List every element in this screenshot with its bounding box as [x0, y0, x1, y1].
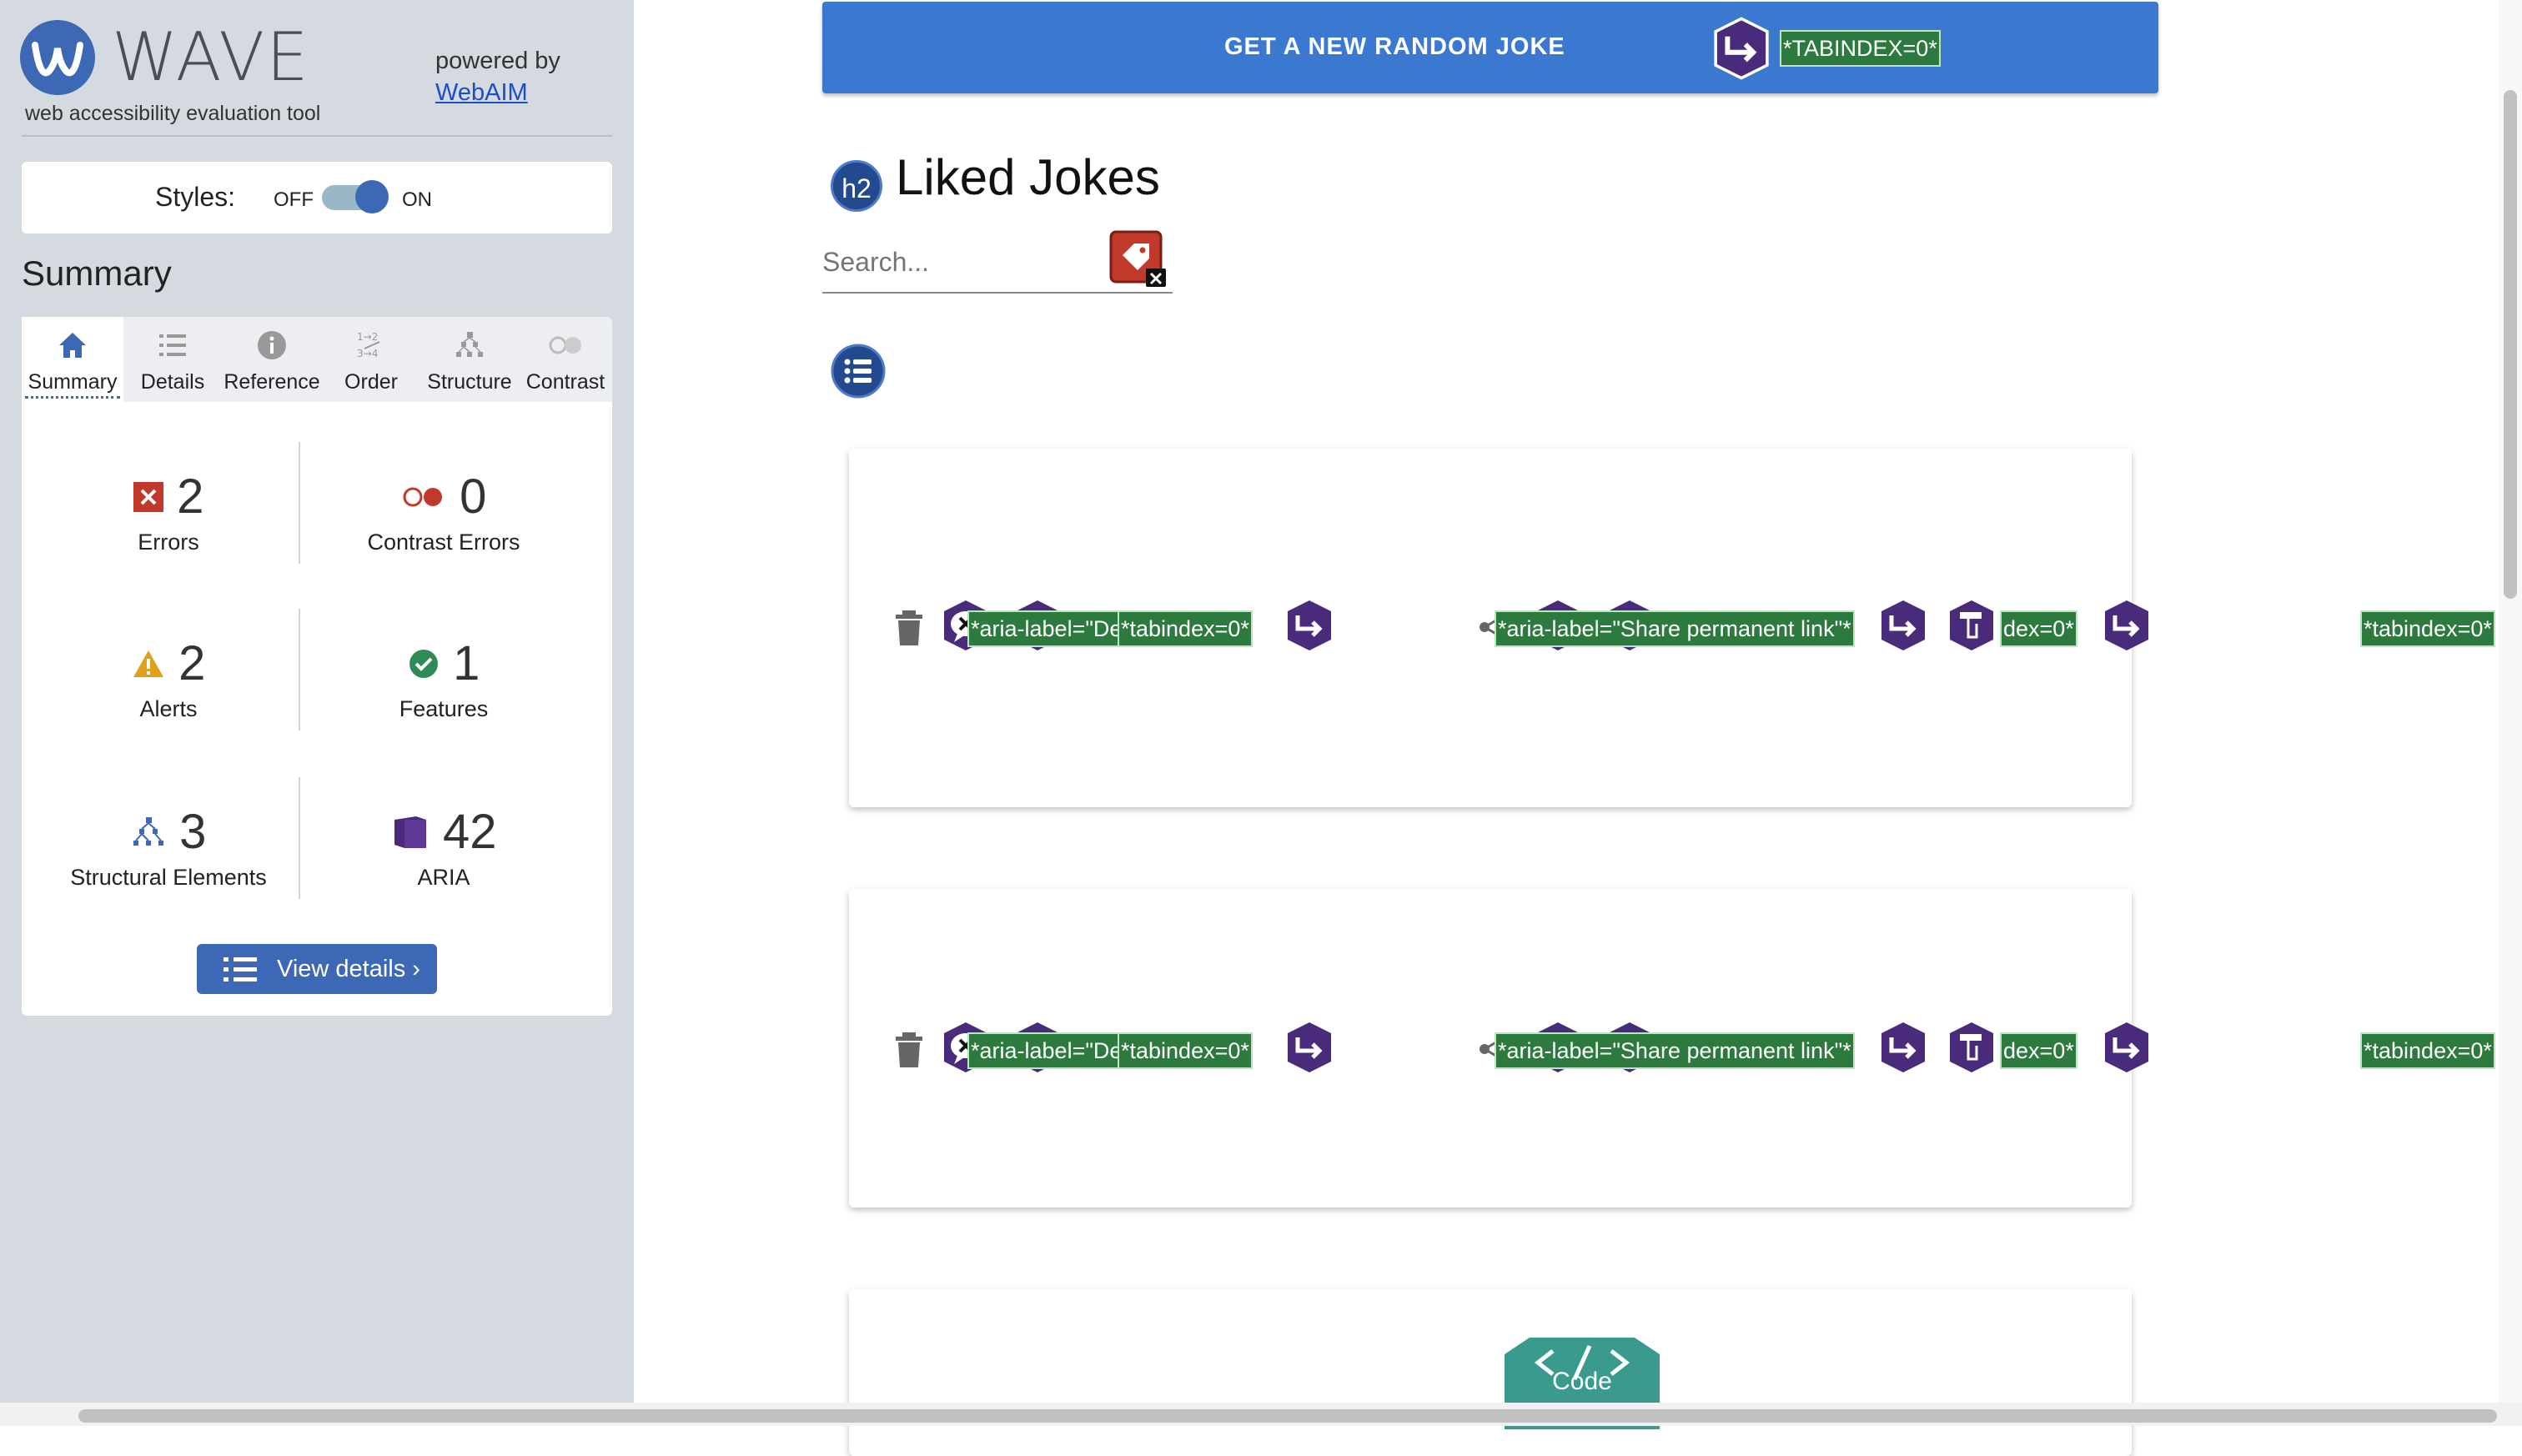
aria-annotation-tag: *aria-label="Share permanent link"*: [1495, 610, 1855, 647]
styles-on-label: ON: [402, 188, 432, 211]
tab-label: Reference: [224, 370, 320, 394]
page-title: Liked Jokes: [896, 149, 1160, 205]
alert-icon: [133, 650, 163, 677]
stat-features[interactable]: 1 Features: [310, 635, 577, 722]
aria-icon: [394, 816, 426, 848]
svg-text:3→4: 3→4: [357, 348, 378, 359]
alerts-count: 2: [178, 636, 206, 690]
tab-summary[interactable]: Summary: [22, 317, 123, 402]
divider: [22, 135, 612, 137]
h2-heading-icon: h2: [831, 160, 882, 212]
features-label: Features: [399, 696, 489, 721]
tabindex-icon: [2105, 600, 2148, 650]
stat-errors[interactable]: 2 Errors: [35, 469, 302, 555]
tab-structure[interactable]: Structure: [420, 317, 519, 402]
tabindex-icon: [1881, 600, 1925, 650]
wave-subtitle: web accessibility evaluation tool: [25, 102, 321, 125]
styles-toggle-panel: Styles: OFF ON: [22, 162, 612, 233]
view-details-button[interactable]: View details ›: [197, 944, 437, 994]
tab-label: Summary: [25, 370, 120, 399]
random-joke-label: GET A NEW RANDOM JOKE: [1224, 33, 1565, 60]
aria-annotation-tag: dex=0*: [2000, 610, 2077, 647]
aria-count: 42: [442, 805, 497, 859]
aria-label: ARIA: [417, 865, 470, 890]
view-details-label: View details ›: [277, 956, 420, 982]
structural-count: 3: [179, 805, 207, 859]
tabindex-icon: [1881, 1022, 1925, 1072]
summary-panel: 2 Errors 0 Contrast Errors 2 Alerts 1 Fe…: [22, 402, 612, 1016]
powered-by-text: powered by: [435, 48, 560, 74]
styles-toggle-knob[interactable]: [355, 180, 389, 213]
summary-heading: Summary: [22, 254, 172, 293]
stat-structural[interactable]: 3 Structural Elements: [35, 804, 302, 891]
home-icon: [59, 333, 86, 358]
tab-reference[interactable]: Reference: [222, 317, 322, 402]
wave-logo-icon: [20, 20, 95, 95]
tab-label: Structure: [427, 370, 512, 394]
tab-order[interactable]: 1→2 3→4 Order: [322, 317, 420, 402]
joke-card: *aria-label="Delete"* *tabindex=0* *aria…: [849, 889, 2148, 1207]
tab-label: Contrast: [525, 370, 605, 394]
errors-label: Errors: [138, 530, 199, 555]
random-joke-button[interactable]: GET A NEW RANDOM JOKE *TABINDEX=0*: [822, 2, 2158, 93]
contrast-icon: [549, 336, 581, 354]
wave-logo-text: WAVE: [112, 18, 310, 96]
aria-annotation-tag: *tabindex=0*: [2360, 610, 2495, 647]
list-icon: [831, 344, 886, 399]
aria-annotation-tag: *aria-label="Share permanent link"*: [1495, 1032, 1855, 1069]
missing-label-error-icon[interactable]: [1109, 230, 1168, 289]
structure-icon: [456, 332, 483, 357]
code-badge-label: Code: [1552, 1368, 1612, 1395]
contrast-error-icon: [403, 487, 442, 506]
horizontal-scrollbar-thumb[interactable]: [78, 1409, 2497, 1423]
structural-label: Structural Elements: [70, 865, 267, 890]
tabindex-icon: [1288, 600, 1331, 650]
page-content: GET A NEW RANDOM JOKE *TABINDEX=0* h2 Li…: [634, 0, 2522, 1456]
details-list-icon: [159, 334, 186, 356]
wave-tabs: Summary Details Reference 1→2 3→4 Order: [22, 317, 612, 402]
joke-card: [849, 1289, 2132, 1456]
aria-annotation-tag: *TABINDEX=0*: [1780, 30, 1941, 67]
contrast-errors-label: Contrast Errors: [367, 530, 520, 555]
tab-label: Order: [344, 370, 398, 394]
contrast-errors-count: 0: [460, 469, 487, 524]
trash-icon[interactable]: [894, 1032, 924, 1067]
stat-contrast-errors[interactable]: 0 Contrast Errors: [310, 469, 577, 555]
vertical-scrollbar-thumb[interactable]: [2504, 90, 2517, 599]
aria-annotation-tag: *tabindex=0*: [1118, 610, 1253, 647]
tab-details[interactable]: Details: [123, 317, 222, 402]
tabindex-icon: [1714, 17, 1769, 80]
svg-text:1→2: 1→2: [357, 331, 378, 343]
info-icon: [258, 331, 286, 359]
tab-contrast[interactable]: Contrast: [519, 317, 612, 402]
aria-touch-icon: [1950, 600, 1993, 650]
alerts-label: Alerts: [139, 696, 198, 721]
joke-card: *aria-label="Delete"* *tabindex=0* *aria…: [849, 449, 2148, 807]
feature-check-icon: [409, 649, 438, 678]
features-count: 1: [453, 636, 480, 690]
aria-annotation-tag: dex=0*: [2000, 1032, 2077, 1069]
order-icon: 1→2 3→4: [357, 331, 380, 359]
error-icon: [133, 481, 163, 512]
tab-label: Details: [140, 370, 205, 394]
aria-touch-icon: [1950, 1022, 1993, 1072]
styles-label: Styles:: [155, 182, 236, 212]
webaim-link[interactable]: WebAIM: [435, 79, 528, 106]
aria-annotation-tag: *tabindex=0*: [2360, 1032, 2495, 1069]
errors-count: 2: [177, 469, 204, 524]
stat-alerts[interactable]: 2 Alerts: [35, 635, 302, 722]
styles-off-label: OFF: [274, 188, 314, 211]
tabindex-icon: [1288, 1022, 1331, 1072]
powered-by: powered by WebAIM: [435, 45, 560, 108]
aria-annotation-tag: *tabindex=0*: [1118, 1032, 1253, 1069]
structure-icon: [133, 816, 163, 846]
wave-sidebar: WAVE web accessibility evaluation tool p…: [0, 0, 634, 1426]
stat-aria[interactable]: 42 ARIA: [310, 804, 577, 891]
details-list-icon: [224, 957, 257, 982]
tabindex-icon: [2105, 1022, 2148, 1072]
trash-icon[interactable]: [894, 610, 924, 645]
